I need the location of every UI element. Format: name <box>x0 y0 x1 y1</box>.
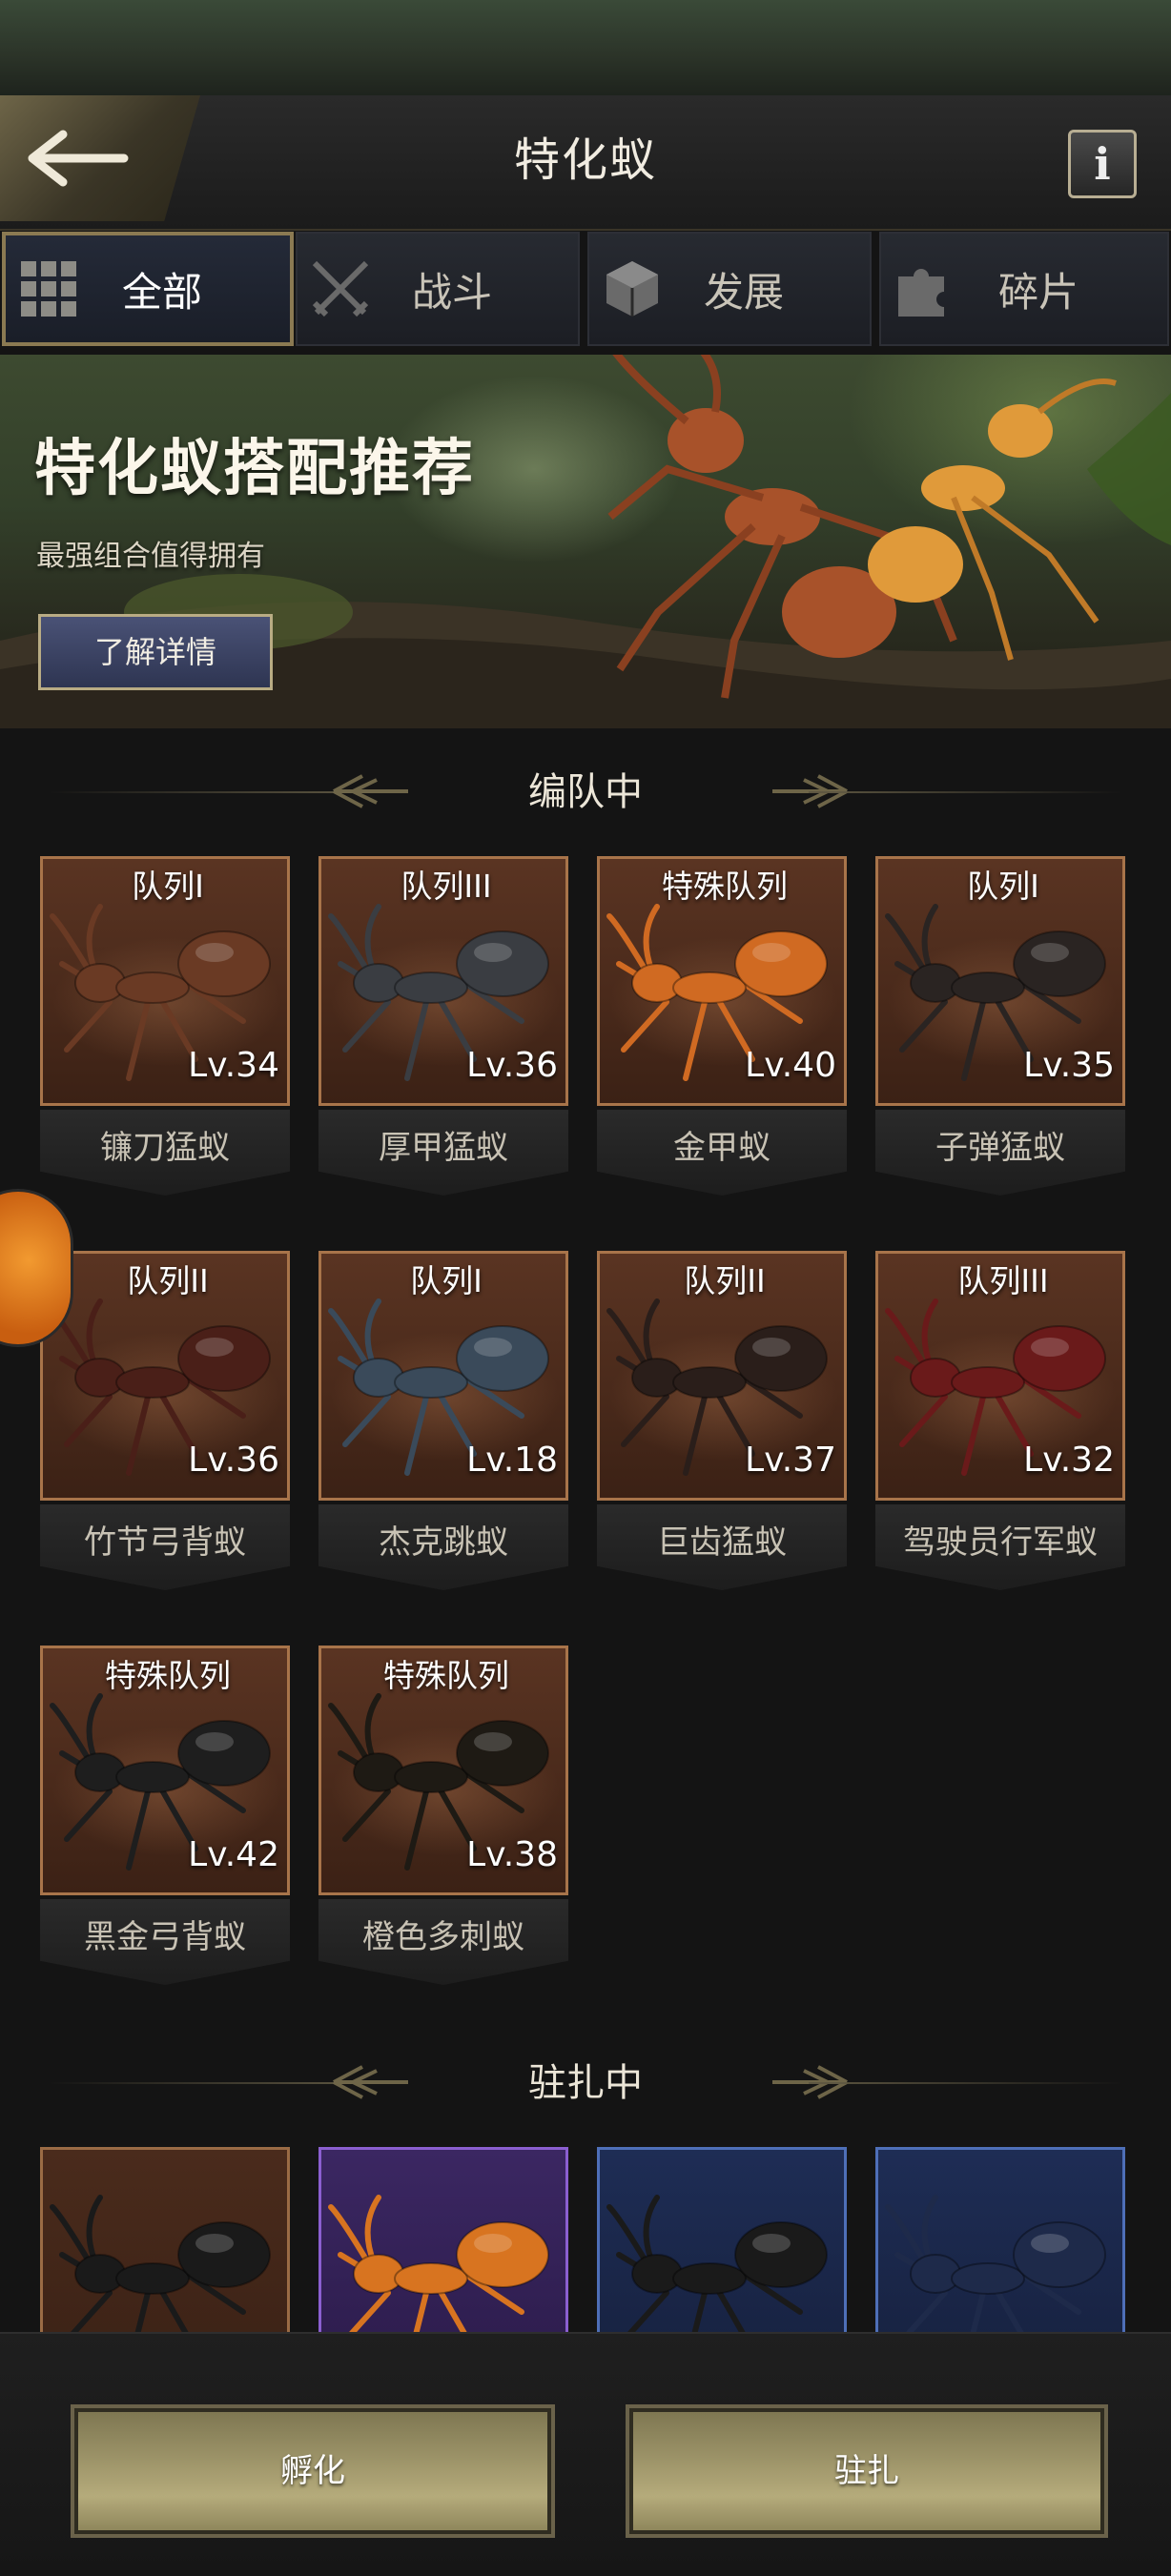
level-label: Lv.18 <box>466 1441 558 1480</box>
level-label: Lv.34 <box>188 1046 279 1085</box>
page-title: 特化蚁 <box>513 133 657 187</box>
station-button[interactable]: 驻扎 <box>626 2404 1108 2538</box>
ant-name-label: 厚甲猛蚁 <box>379 1129 508 1167</box>
crossed-swords-icon <box>312 260 369 317</box>
team-label: 队列I <box>132 868 204 905</box>
ant-card-image: 队列I Lv.35 <box>875 856 1125 1106</box>
level-label: Lv.35 <box>1023 1046 1115 1085</box>
ant-name-label: 竹节弓背蚁 <box>84 1523 246 1562</box>
ant-name-label: 镰刀猛蚁 <box>100 1129 230 1167</box>
team-label: 队列II <box>127 1262 209 1299</box>
ant-name-label: 驾驶员行军蚁 <box>903 1523 1098 1562</box>
tab-fragments[interactable]: 碎片 <box>879 232 1169 346</box>
cube-icon <box>606 261 658 317</box>
ant-card-image: 队列I Lv.18 <box>318 1251 568 1501</box>
ornament-left-icon <box>333 774 408 808</box>
floating-assistant-avatar[interactable] <box>0 1192 71 1344</box>
level-label: Lv.32 <box>1023 1441 1115 1480</box>
ant-card-image: 队列III Lv.36 <box>318 856 568 1106</box>
tab-all-label: 全部 <box>121 268 202 316</box>
level-label: Lv.36 <box>466 1046 558 1085</box>
ant-name-label: 金甲蚁 <box>673 1129 770 1167</box>
banner-subtitle: 最强组合值得拥有 <box>36 540 265 573</box>
ant-name-label: 黑金弓背蚁 <box>84 1918 246 1956</box>
level-label: Lv.38 <box>466 1835 558 1874</box>
team-label: 队列III <box>401 868 492 905</box>
tab-fragments-label: 碎片 <box>997 268 1079 316</box>
team-label: 队列II <box>684 1262 766 1299</box>
ant-name-label: 杰克跳蚁 <box>379 1523 508 1562</box>
ant-card-image: 队列II Lv.36 <box>40 1251 290 1501</box>
puzzle-icon <box>898 269 944 317</box>
ant-illustration <box>50 2195 271 2332</box>
tab-combat-label: 战斗 <box>411 268 492 316</box>
ant-card-image <box>597 2147 847 2332</box>
section-header-in-team: 编队中 <box>0 759 1171 826</box>
ornament-left-icon <box>333 2065 408 2099</box>
team-label: 队列I <box>410 1262 483 1299</box>
team-label: 特殊队列 <box>662 868 788 905</box>
ant-card-image: 队列III Lv.32 <box>875 1251 1125 1501</box>
hatch-button[interactable]: 孵化 <box>71 2404 555 2538</box>
section-header-stationed: 驻扎中 <box>0 2050 1171 2116</box>
ant-card-image: 特殊队列 Lv.40 <box>597 856 847 1106</box>
ant-card-image: 队列I Lv.34 <box>40 856 290 1106</box>
grid-icon <box>21 261 76 317</box>
ant-card-image <box>318 2147 568 2332</box>
stationed-ant-card[interactable] <box>318 2147 568 2332</box>
game-scene-strip <box>0 0 1171 95</box>
stationed-ant-card[interactable] <box>40 2147 290 2332</box>
ant-card-image <box>40 2147 290 2332</box>
back-arrow-icon <box>28 130 129 187</box>
ant-name-label: 子弹猛蚁 <box>935 1129 1065 1167</box>
section-title-in-team: 编队中 <box>528 770 643 814</box>
team-label: 队列III <box>957 1262 1049 1299</box>
stationed-ant-card[interactable] <box>875 2147 1125 2332</box>
info-button[interactable]: i <box>1068 130 1137 198</box>
ant-card-image: 特殊队列 Lv.38 <box>318 1646 568 1895</box>
section-title-stationed: 驻扎中 <box>528 2061 643 2105</box>
level-label: Lv.37 <box>745 1441 836 1480</box>
ant-illustration <box>328 2195 549 2332</box>
stationed-ant-card[interactable] <box>597 2147 847 2332</box>
level-label: Lv.36 <box>188 1441 279 1480</box>
banner-title: 特化蚁搭配推荐 <box>34 434 475 504</box>
level-label: Lv.42 <box>188 1835 279 1874</box>
details-button[interactable]: 了解详情 <box>38 614 273 690</box>
ant-card-image <box>875 2147 1125 2332</box>
ant-illustration <box>885 2195 1106 2332</box>
tab-combat[interactable]: 战斗 <box>296 232 580 346</box>
ant-card-image: 队列II Lv.37 <box>597 1251 847 1501</box>
tab-all[interactable]: 全部 <box>2 232 294 346</box>
tab-development-label: 发展 <box>703 268 784 316</box>
team-label: 特殊队列 <box>383 1657 509 1694</box>
ant-illustration <box>606 2195 828 2332</box>
ant-name-label: 橙色多刺蚁 <box>362 1918 524 1956</box>
ant-name-label: 巨齿猛蚁 <box>657 1523 787 1562</box>
tab-development[interactable]: 发展 <box>587 232 872 346</box>
ant-card-image: 特殊队列 Lv.42 <box>40 1646 290 1895</box>
team-label: 特殊队列 <box>105 1657 231 1694</box>
team-label: 队列I <box>967 868 1039 905</box>
level-label: Lv.40 <box>745 1046 836 1085</box>
